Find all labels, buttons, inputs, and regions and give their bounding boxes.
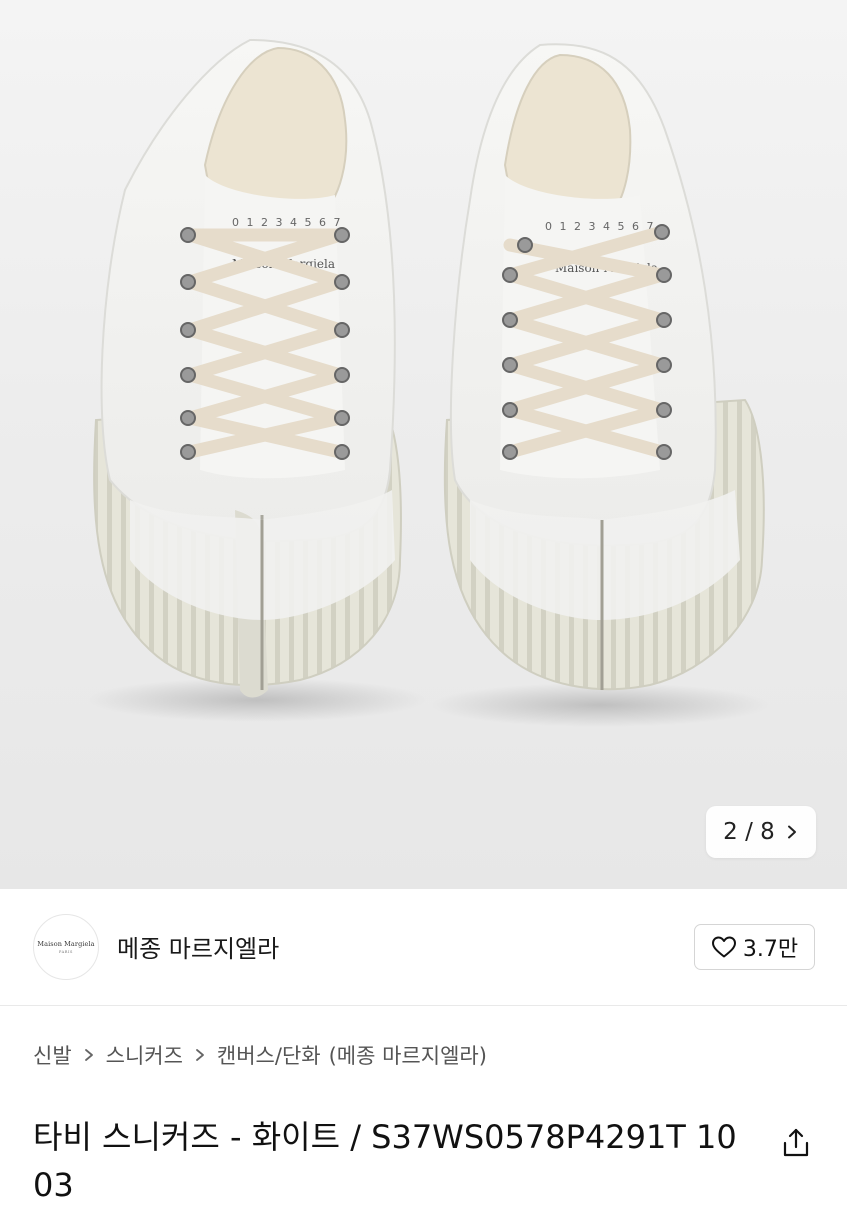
chevron-right-icon bbox=[84, 1049, 93, 1061]
svg-text:0 1 2 3 4 5 6 7: 0 1 2 3 4 5 6 7 bbox=[545, 220, 655, 233]
brand-logo-text: Maison Margiela bbox=[37, 940, 95, 948]
right-shoe: 0 1 2 3 4 5 6 7 Maison Margiela bbox=[443, 43, 765, 691]
brand-name[interactable]: 메종 마르지엘라 bbox=[117, 929, 279, 964]
breadcrumb-item-shoes[interactable]: 신발 bbox=[33, 1040, 72, 1070]
heart-icon bbox=[711, 936, 736, 958]
share-icon[interactable] bbox=[780, 1126, 812, 1160]
brand-logo[interactable]: Maison Margiela PARIS bbox=[33, 914, 99, 980]
like-count: 3.7만 bbox=[742, 937, 799, 962]
chevron-right-icon bbox=[196, 1049, 204, 1061]
like-button[interactable]: 3.7만 bbox=[694, 924, 815, 970]
product-title: 타비 스니커즈 - 화이트 / S37WS0578P4291T 1003 bbox=[33, 1118, 737, 1205]
chevron-right-icon bbox=[787, 825, 796, 839]
breadcrumb: 신발 스니커즈 캔버스/단화 (메종 마르지엘라) bbox=[33, 1040, 487, 1070]
image-counter-text: 2 / 8 bbox=[723, 819, 775, 845]
breadcrumb-item-canvas[interactable]: 캔버스/단화 bbox=[217, 1040, 321, 1070]
breadcrumb-brand[interactable]: (메종 마르지엘라) bbox=[329, 1040, 487, 1070]
left-shoe: 0 1 2 3 4 5 6 7 Maison Margiela bbox=[93, 38, 402, 698]
product-photo: 0 1 2 3 4 5 6 7 Maison Margiela bbox=[87, 38, 770, 727]
svg-text:0 1 2 3 4 5 6 7: 0 1 2 3 4 5 6 7 bbox=[232, 216, 342, 229]
image-counter[interactable]: 2 / 8 bbox=[706, 806, 816, 858]
breadcrumb-item-sneakers[interactable]: 스니커즈 bbox=[106, 1040, 183, 1070]
product-image-gallery[interactable]: 0 1 2 3 4 5 6 7 Maison Margiela bbox=[0, 0, 847, 889]
brand-logo-subtext: PARIS bbox=[59, 950, 73, 954]
